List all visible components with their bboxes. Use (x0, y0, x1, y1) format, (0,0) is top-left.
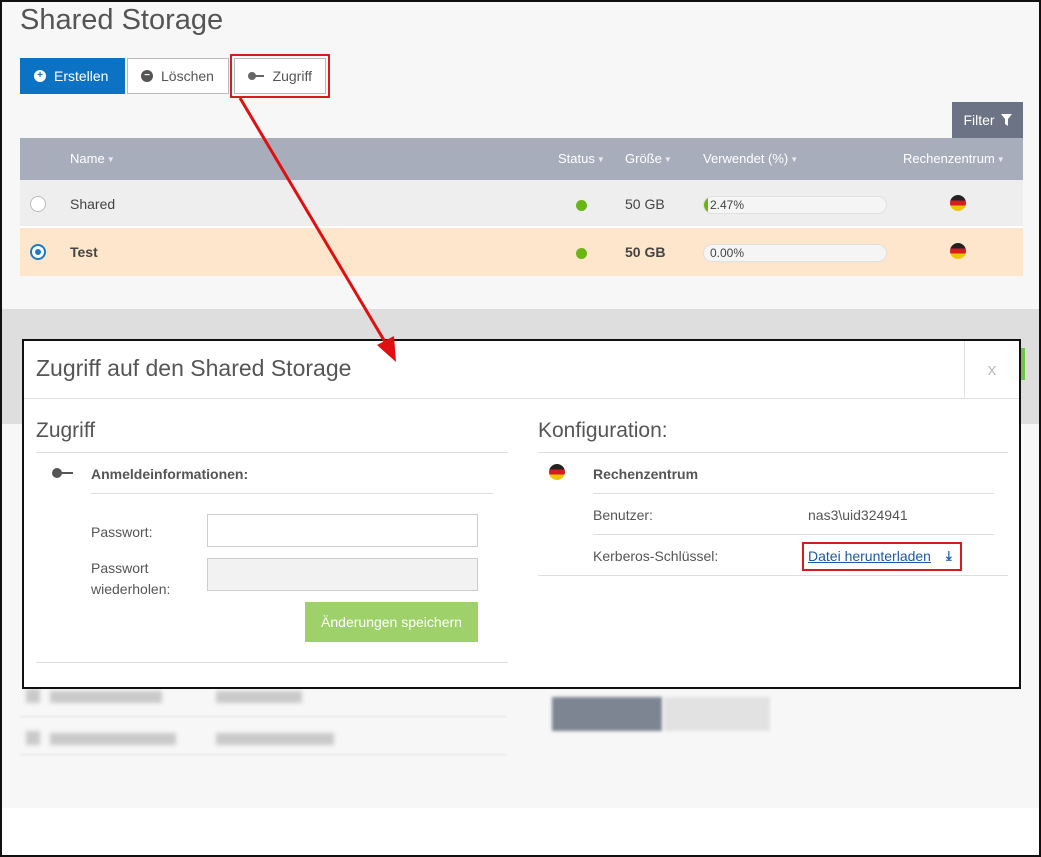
create-button[interactable]: + Erstellen (20, 58, 125, 94)
delete-button-label: Löschen (161, 68, 214, 84)
table-header: Name ▼ Status ▼ Größe ▼ Verwendet (%) ▼ Rech… (20, 138, 1023, 180)
filter-icon (1000, 114, 1012, 126)
close-button[interactable]: x (964, 341, 1019, 399)
status-online-indicator (576, 248, 587, 259)
divider (36, 452, 508, 453)
access-modal: Zugriff auf den Shared Storage x Zugriff… (22, 339, 1021, 689)
config-section-title: Konfiguration: (538, 419, 668, 442)
germany-flag-icon (950, 195, 966, 211)
blurred-row (20, 718, 507, 756)
germany-flag-icon (950, 243, 966, 259)
kerberos-label: Kerberos-Schlüssel: (593, 548, 719, 564)
column-header-datacenter[interactable]: Rechenzentrum ▼ (903, 151, 1005, 166)
password-repeat-label-line2: wiederholen: (91, 581, 171, 597)
table-row[interactable]: Test 50 GB 0.00% (20, 228, 1023, 276)
column-header-name[interactable]: Name ▼ (70, 151, 115, 166)
delete-button[interactable]: − Löschen (127, 58, 229, 94)
row-select-radio[interactable] (30, 244, 46, 260)
divider (36, 662, 508, 663)
column-header-size[interactable]: Größe ▼ (625, 151, 672, 166)
bottom-strip (2, 808, 1039, 855)
usage-percent: 2.47% (710, 198, 745, 212)
row-size: 50 GB (625, 244, 666, 260)
usage-progress-bar: 0.00% (703, 244, 887, 262)
blurred-background-list (20, 680, 507, 756)
divider (538, 452, 1008, 453)
column-header-status[interactable]: Status ▼ (558, 151, 605, 166)
column-header-used[interactable]: Verwendet (%) ▼ (703, 151, 798, 166)
screenshot-frame: Shared Storage + Erstellen − Löschen Zug… (0, 0, 1041, 857)
filter-button[interactable]: Filter (952, 102, 1023, 138)
germany-flag-icon (549, 464, 565, 480)
datacenter-label: Rechenzentrum (593, 466, 699, 482)
access-section-title: Zugriff (36, 419, 96, 442)
save-changes-label: Änderungen speichern (321, 614, 462, 630)
page-title: Shared Storage (20, 4, 224, 36)
divider (593, 534, 994, 535)
user-value: nas3\uid324941 (808, 507, 908, 523)
divider (538, 575, 1008, 576)
user-label: Benutzer: (593, 507, 653, 523)
create-button-label: Erstellen (54, 68, 109, 84)
row-select-radio[interactable] (30, 196, 46, 212)
row-size: 50 GB (625, 196, 665, 212)
usage-progress-bar: 2.47% (703, 196, 887, 214)
minus-circle-icon: − (141, 70, 153, 82)
divider (593, 493, 994, 494)
usage-percent: 0.00% (710, 246, 745, 260)
blurred-button (552, 697, 662, 731)
storage-table: Name ▼ Status ▼ Größe ▼ Verwendet (%) ▼ Rech… (20, 138, 1023, 276)
filter-button-label: Filter (963, 112, 995, 128)
access-button-annotation-box (230, 54, 330, 98)
plus-circle-icon: + (34, 70, 46, 82)
download-link-annotation-box (802, 542, 962, 571)
modal-header: Zugriff auf den Shared Storage x (24, 341, 1019, 399)
close-icon: x (987, 360, 997, 379)
password-repeat-input[interactable] (207, 558, 478, 591)
table-row[interactable]: Shared 50 GB 2.47% (20, 180, 1023, 228)
divider (91, 493, 493, 494)
save-changes-button[interactable]: Änderungen speichern (305, 602, 478, 642)
row-name: Test (70, 244, 98, 260)
modal-title: Zugriff auf den Shared Storage (36, 355, 352, 381)
password-input[interactable] (207, 514, 478, 547)
usage-progress-fill (704, 197, 709, 213)
key-icon (52, 468, 74, 478)
credentials-heading: Anmeldeinformationen: (91, 466, 249, 482)
password-label: Passwort: (91, 524, 153, 540)
row-name: Shared (70, 196, 116, 212)
password-repeat-label-line1: Passwort (91, 560, 149, 576)
blurred-button (664, 697, 770, 731)
status-online-indicator (576, 200, 587, 211)
